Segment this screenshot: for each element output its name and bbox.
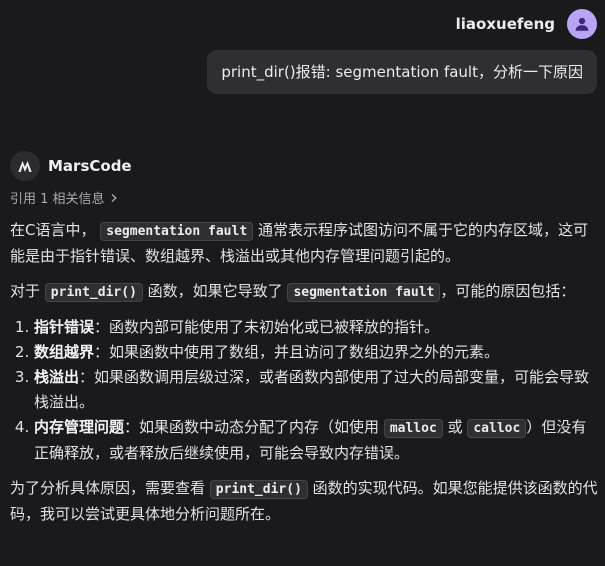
list-text: ：如果函数调用层级过深，或者函数内部使用了过大的局部变量，可能会导致栈溢出。 [34, 368, 590, 411]
chevron-right-icon [111, 193, 117, 202]
inline-code: print_dir() [209, 480, 308, 499]
inline-code: print_dir() [44, 283, 143, 302]
inline-code: calloc [467, 419, 527, 438]
text-span: 函数，如果它导致了 [147, 282, 283, 300]
list-term: 数组越界 [34, 343, 95, 361]
answer-paragraph-1: 在C语言中， segmentation fault 通常表示程序试图访问不属于它… [10, 218, 600, 269]
list-term: 内存管理问题 [34, 418, 125, 436]
answer-paragraph-2: 对于 print_dir() 函数，如果它导致了 segmentation fa… [10, 279, 600, 305]
inline-code: malloc [383, 419, 443, 438]
answer-body: 在C语言中， segmentation fault 通常表示程序试图访问不属于它… [10, 218, 600, 537]
bot-header: MarsCode [10, 151, 132, 181]
user-name: liaoxuefeng [455, 15, 555, 33]
list-item: 指针错误：函数内部可能使用了未初始化或已被释放的指针。 [34, 315, 600, 340]
inline-code: segmentation fault [100, 222, 254, 241]
inline-code: segmentation fault [287, 283, 441, 302]
references-link[interactable]: 引用 1 相关信息 [10, 188, 119, 207]
list-text: ：函数内部可能使用了未初始化或已被释放的指针。 [94, 318, 440, 336]
list-text: 或 [447, 418, 463, 436]
text-span: 在C语言中， [10, 221, 96, 239]
list-text: ：如果函数中使用了数组，并且访问了数组边界之外的元素。 [94, 343, 500, 361]
marscode-logo-icon [10, 151, 40, 181]
user-header: liaoxuefeng [456, 9, 597, 39]
user-avatar-icon[interactable] [567, 9, 597, 39]
answer-paragraph-3: 为了分析具体原因，需要查看 print_dir() 函数的实现代码。如果您能提供… [10, 476, 600, 527]
text-span: 对于 [10, 282, 41, 300]
text-span: 通常表示程序试图访问不属于它的内存区域，这可能是由于指针错误、数组越界、栈溢出或… [10, 221, 588, 265]
bot-name: MarsCode [48, 157, 132, 175]
list-item: 内存管理问题：如果函数中动态分配了内存（如使用 malloc 或 calloc）… [34, 415, 600, 466]
references-label: 引用 1 相关信息 [10, 192, 105, 207]
person-icon [575, 17, 589, 31]
user-message-bubble: print_dir()报错: segmentation fault，分析一下原因 [207, 50, 597, 94]
text-span: ，可能的原因包括： [440, 282, 576, 300]
list-term: 栈溢出 [34, 368, 80, 386]
text-span: 为了分析具体原因，需要查看 [10, 479, 206, 497]
causes-list: 指针错误：函数内部可能使用了未初始化或已被释放的指针。 数组越界：如果函数中使用… [10, 315, 600, 466]
list-item: 数组越界：如果函数中使用了数组，并且访问了数组边界之外的元素。 [34, 340, 600, 365]
list-term: 指针错误 [34, 318, 95, 336]
marscode-mark-icon [18, 161, 32, 172]
list-text: ：如果函数中动态分配了内存（如使用 [124, 418, 380, 436]
list-item: 栈溢出：如果函数调用层级过深，或者函数内部使用了过大的局部变量，可能会导致栈溢出… [34, 365, 600, 415]
